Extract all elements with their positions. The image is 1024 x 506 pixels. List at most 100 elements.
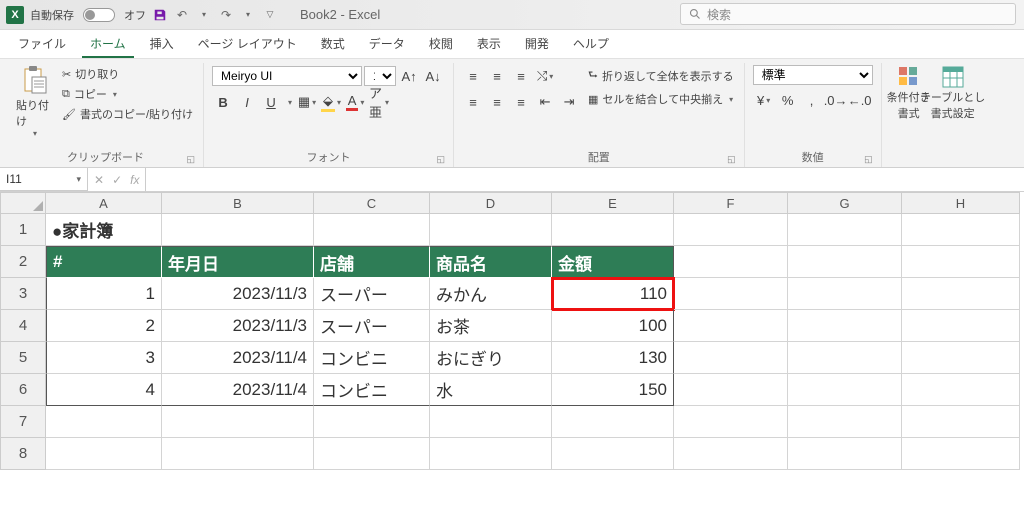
- cell-e2[interactable]: 金額: [552, 246, 674, 278]
- cell[interactable]: [674, 278, 788, 310]
- col-header-b[interactable]: B: [162, 192, 314, 214]
- cell[interactable]: [674, 214, 788, 246]
- row-header-3[interactable]: 3: [0, 278, 46, 310]
- tab-help[interactable]: ヘルプ: [565, 31, 617, 58]
- cell-b4[interactable]: 2023/11/3: [162, 310, 314, 342]
- fill-color-button[interactable]: ⬙: [320, 91, 342, 113]
- cell[interactable]: [46, 438, 162, 470]
- cell[interactable]: [788, 374, 902, 406]
- autosave-toggle[interactable]: [83, 8, 115, 22]
- cell-e3[interactable]: 110: [552, 278, 674, 310]
- tab-review[interactable]: 校閲: [421, 31, 461, 58]
- cell[interactable]: [902, 438, 1020, 470]
- cell[interactable]: [902, 278, 1020, 310]
- tab-insert[interactable]: 挿入: [142, 31, 182, 58]
- bold-button[interactable]: B: [212, 91, 234, 113]
- format-as-table-button[interactable]: テーブルとし 書式設定: [934, 65, 972, 121]
- undo-dd-icon[interactable]: ▾: [196, 7, 212, 23]
- clipboard-dialog-icon[interactable]: ◱: [187, 154, 196, 165]
- italic-button[interactable]: I: [236, 91, 258, 113]
- select-all-corner[interactable]: [0, 192, 46, 214]
- cell-c2[interactable]: 店舗: [314, 246, 430, 278]
- col-header-g[interactable]: G: [788, 192, 902, 214]
- align-top-icon[interactable]: ≡: [462, 65, 484, 87]
- cell-d2[interactable]: 商品名: [430, 246, 552, 278]
- indent-increase-icon[interactable]: ⇥: [558, 91, 580, 113]
- cell-b2[interactable]: 年月日: [162, 246, 314, 278]
- alignment-dialog-icon[interactable]: ◱: [727, 154, 736, 165]
- cell[interactable]: [674, 438, 788, 470]
- cell[interactable]: [788, 342, 902, 374]
- cell[interactable]: [902, 342, 1020, 374]
- cell-a2[interactable]: #: [46, 246, 162, 278]
- cell-d4[interactable]: お茶: [430, 310, 552, 342]
- cell[interactable]: [314, 406, 430, 438]
- cell[interactable]: [314, 214, 430, 246]
- decrease-font-icon[interactable]: A↓: [422, 65, 444, 87]
- row-header-6[interactable]: 6: [0, 374, 46, 406]
- align-middle-icon[interactable]: ≡: [486, 65, 508, 87]
- enter-formula-icon[interactable]: ✓: [112, 173, 122, 187]
- cell[interactable]: [674, 374, 788, 406]
- font-dialog-icon[interactable]: ◱: [437, 154, 446, 165]
- tab-view[interactable]: 表示: [469, 31, 509, 58]
- cell-a1[interactable]: ●家計簿: [46, 214, 162, 246]
- wrap-text-button[interactable]: ⮑折り返して全体を表示する: [586, 65, 736, 86]
- cell-d3[interactable]: みかん: [430, 278, 552, 310]
- fx-icon[interactable]: fx: [130, 173, 139, 187]
- number-dialog-icon[interactable]: ◱: [864, 154, 873, 165]
- row-header-5[interactable]: 5: [0, 342, 46, 374]
- cell-d6[interactable]: 水: [430, 374, 552, 406]
- percent-icon[interactable]: %: [777, 89, 799, 111]
- undo-icon[interactable]: ↶: [174, 7, 190, 23]
- cell-c6[interactable]: コンビニ: [314, 374, 430, 406]
- cell[interactable]: [674, 310, 788, 342]
- font-name-select[interactable]: Meiryo UI: [212, 66, 362, 86]
- increase-decimal-icon[interactable]: .0→: [825, 89, 847, 111]
- cell[interactable]: [788, 214, 902, 246]
- row-header-4[interactable]: 4: [0, 310, 46, 342]
- cell[interactable]: [674, 246, 788, 278]
- cell[interactable]: [430, 406, 552, 438]
- cell-a4[interactable]: 2: [46, 310, 162, 342]
- cell[interactable]: [552, 214, 674, 246]
- align-right-icon[interactable]: ≡: [510, 91, 532, 113]
- font-color-button[interactable]: A: [344, 91, 366, 113]
- cell[interactable]: [788, 278, 902, 310]
- tab-developer[interactable]: 開発: [517, 31, 557, 58]
- name-box[interactable]: I11 ▾: [0, 168, 88, 191]
- cell[interactable]: [314, 438, 430, 470]
- col-header-c[interactable]: C: [314, 192, 430, 214]
- cell-a6[interactable]: 4: [46, 374, 162, 406]
- indent-decrease-icon[interactable]: ⇤: [534, 91, 556, 113]
- orientation-icon[interactable]: ⤭: [534, 65, 556, 87]
- paste-button[interactable]: 貼り付け ▾: [16, 65, 54, 138]
- redo-dd-icon[interactable]: ▾: [240, 7, 256, 23]
- cell-c3[interactable]: スーパー: [314, 278, 430, 310]
- paste-dd-icon[interactable]: ▾: [33, 129, 37, 138]
- cell[interactable]: [902, 214, 1020, 246]
- tab-file[interactable]: ファイル: [10, 31, 74, 58]
- cell-e6[interactable]: 150: [552, 374, 674, 406]
- row-header-2[interactable]: 2: [0, 246, 46, 278]
- tab-formulas[interactable]: 数式: [313, 31, 353, 58]
- cell[interactable]: [788, 246, 902, 278]
- cell[interactable]: [788, 438, 902, 470]
- formula-input[interactable]: [146, 168, 1024, 191]
- cancel-formula-icon[interactable]: ✕: [94, 173, 104, 187]
- cell-b6[interactable]: 2023/11/4: [162, 374, 314, 406]
- format-painter-button[interactable]: 🖌書式のコピー/貼り付け: [60, 105, 195, 123]
- cell[interactable]: [162, 438, 314, 470]
- row-header-1[interactable]: 1: [0, 214, 46, 246]
- cell[interactable]: [162, 406, 314, 438]
- cell[interactable]: [46, 406, 162, 438]
- cell[interactable]: [162, 214, 314, 246]
- align-center-icon[interactable]: ≡: [486, 91, 508, 113]
- cell[interactable]: [902, 374, 1020, 406]
- align-bottom-icon[interactable]: ≡: [510, 65, 532, 87]
- cell-c4[interactable]: スーパー: [314, 310, 430, 342]
- copy-dd-icon[interactable]: [111, 88, 117, 100]
- currency-icon[interactable]: ¥: [753, 89, 775, 111]
- cell[interactable]: [902, 310, 1020, 342]
- save-icon[interactable]: [152, 7, 168, 23]
